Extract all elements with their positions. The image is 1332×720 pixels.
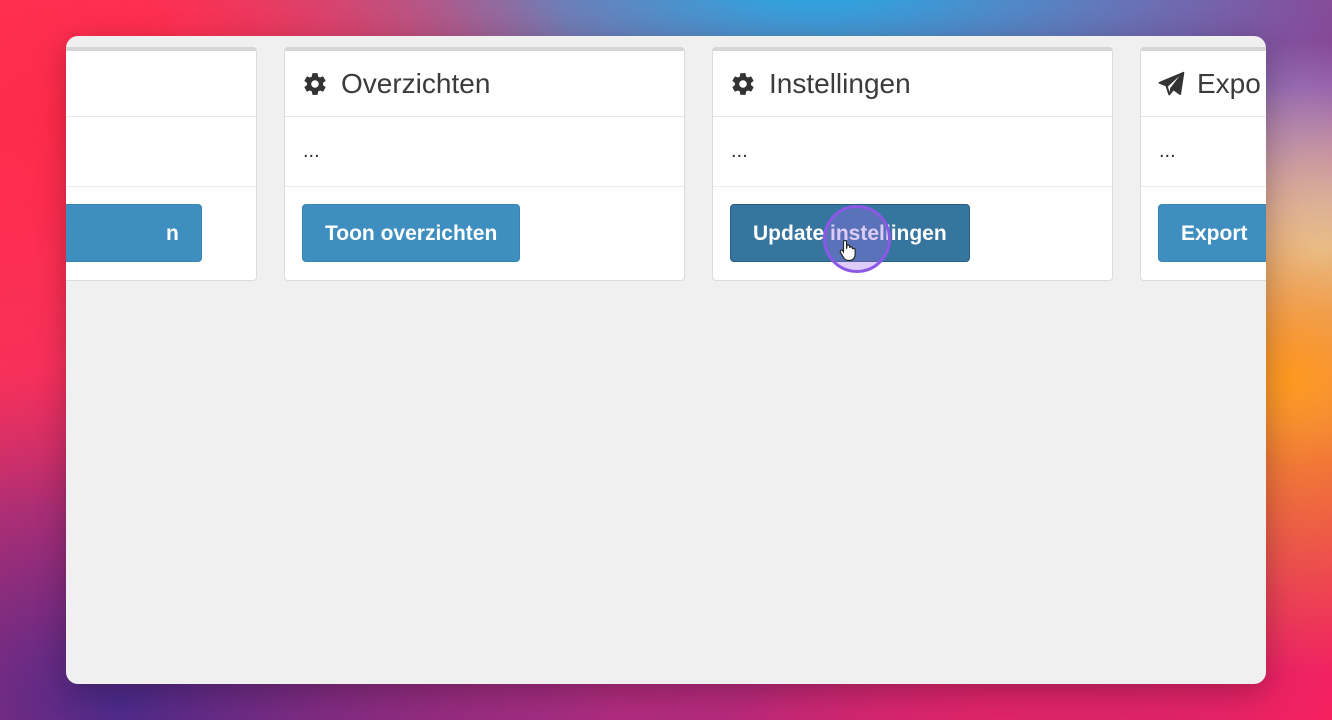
app-window: n Overzichten ... Toon overzichten Inste… <box>66 36 1266 684</box>
card-header: Overzichten <box>285 51 684 117</box>
card-body-text: ... <box>731 140 748 162</box>
toon-overzichten-button[interactable]: Toon overzichten <box>302 204 521 262</box>
card-footer: Update instellingen <box>713 187 1112 281</box>
card-header: Instellingen <box>713 51 1112 117</box>
card-overzichten: Overzichten ... Toon overzichten <box>284 47 685 281</box>
card-body: ... <box>713 117 1112 187</box>
card-header <box>66 51 256 117</box>
gear-icon <box>301 70 329 98</box>
card-body <box>66 117 256 187</box>
gear-icon <box>729 70 757 98</box>
card-footer: n <box>66 187 256 281</box>
export-button[interactable]: Export <box>1158 204 1266 262</box>
card-header: Expo <box>1141 51 1266 117</box>
paper-plane-icon <box>1157 70 1185 98</box>
update-instellingen-button[interactable]: Update instellingen <box>730 204 970 262</box>
card-partial-button[interactable]: n <box>66 204 202 262</box>
card-body-text: ... <box>303 140 320 162</box>
card-footer: Export <box>1141 187 1266 281</box>
card-export: Expo ... Export <box>1140 47 1266 281</box>
card-body: ... <box>285 117 684 187</box>
card-title: Expo <box>1197 67 1261 99</box>
card-title: Instellingen <box>769 67 911 99</box>
card-footer: Toon overzichten <box>285 187 684 281</box>
card-body: ... <box>1141 117 1266 187</box>
card-body-text: ... <box>1159 140 1176 162</box>
card-partial-left: n <box>66 47 257 281</box>
card-title: Overzichten <box>341 67 491 99</box>
card-instellingen: Instellingen ... Update instellingen <box>712 47 1113 281</box>
